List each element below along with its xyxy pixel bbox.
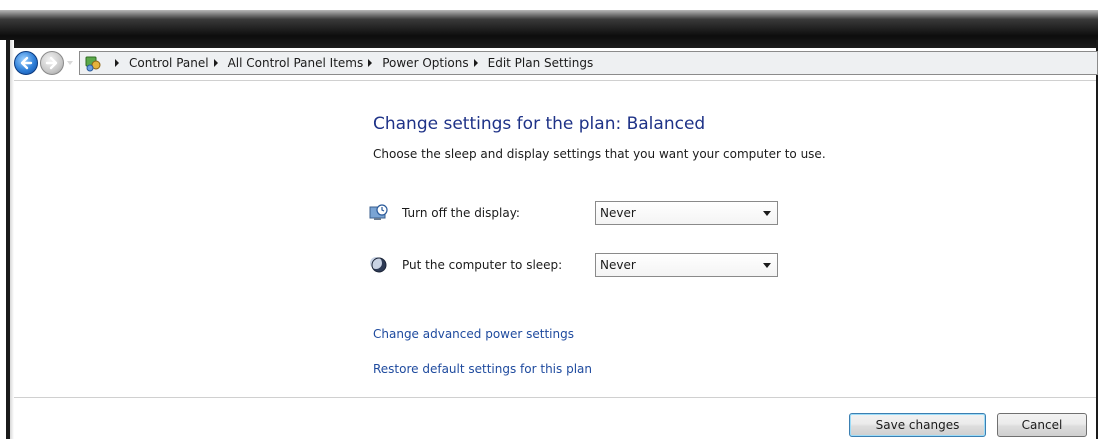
control-panel-icon [84,54,102,72]
forward-button[interactable] [40,51,64,75]
breadcrumb-separator-icon[interactable] [213,59,219,67]
breadcrumb-separator-icon[interactable] [114,59,120,67]
arrow-right-icon [45,56,58,70]
page-title: Change settings for the plan: Balanced [373,114,706,134]
sleep-setting-row: Put the computer to sleep: Never [369,252,778,278]
sleep-moon-icon [369,255,389,275]
put-to-sleep-value: Never [600,258,636,272]
breadcrumb-all-items[interactable]: All Control Panel Items [228,56,364,70]
page-description: Choose the sleep and display settings th… [373,147,826,161]
save-changes-button[interactable]: Save changes [849,413,986,437]
chevron-down-icon [763,262,771,268]
display-clock-icon [369,203,389,223]
breadcrumb-edit-plan[interactable]: Edit Plan Settings [488,56,594,70]
recent-pages-dropdown[interactable] [65,51,75,75]
window-titlebar [0,0,1098,48]
navigation-bar: Control Panel All Control Panel Items Po… [10,46,1098,80]
back-button[interactable] [14,51,38,75]
breadcrumb-separator-icon[interactable] [473,59,479,67]
breadcrumb-separator-icon[interactable] [367,59,373,67]
arrow-left-icon [20,56,33,70]
chevron-down-icon [67,61,73,65]
main-content: Change settings for the plan: Balanced C… [14,80,1096,398]
put-to-sleep-select[interactable]: Never [595,253,778,277]
window-left-border [0,40,14,439]
display-setting-row: Turn off the display: Never [369,200,778,226]
breadcrumb-control-panel[interactable]: Control Panel [129,56,209,70]
cancel-button[interactable]: Cancel [997,413,1087,437]
dialog-footer: Save changes Cancel [14,397,1096,440]
address-bar[interactable]: Control Panel All Control Panel Items Po… [79,51,1098,75]
sleep-setting-label: Put the computer to sleep: [402,258,563,272]
turn-off-display-select[interactable]: Never [595,201,778,225]
display-setting-label: Turn off the display: [402,206,520,220]
breadcrumb-power-options[interactable]: Power Options [382,56,468,70]
turn-off-display-value: Never [600,206,636,220]
chevron-down-icon [763,210,771,216]
advanced-power-settings-link[interactable]: Change advanced power settings [373,327,574,341]
restore-defaults-link[interactable]: Restore default settings for this plan [373,362,592,376]
